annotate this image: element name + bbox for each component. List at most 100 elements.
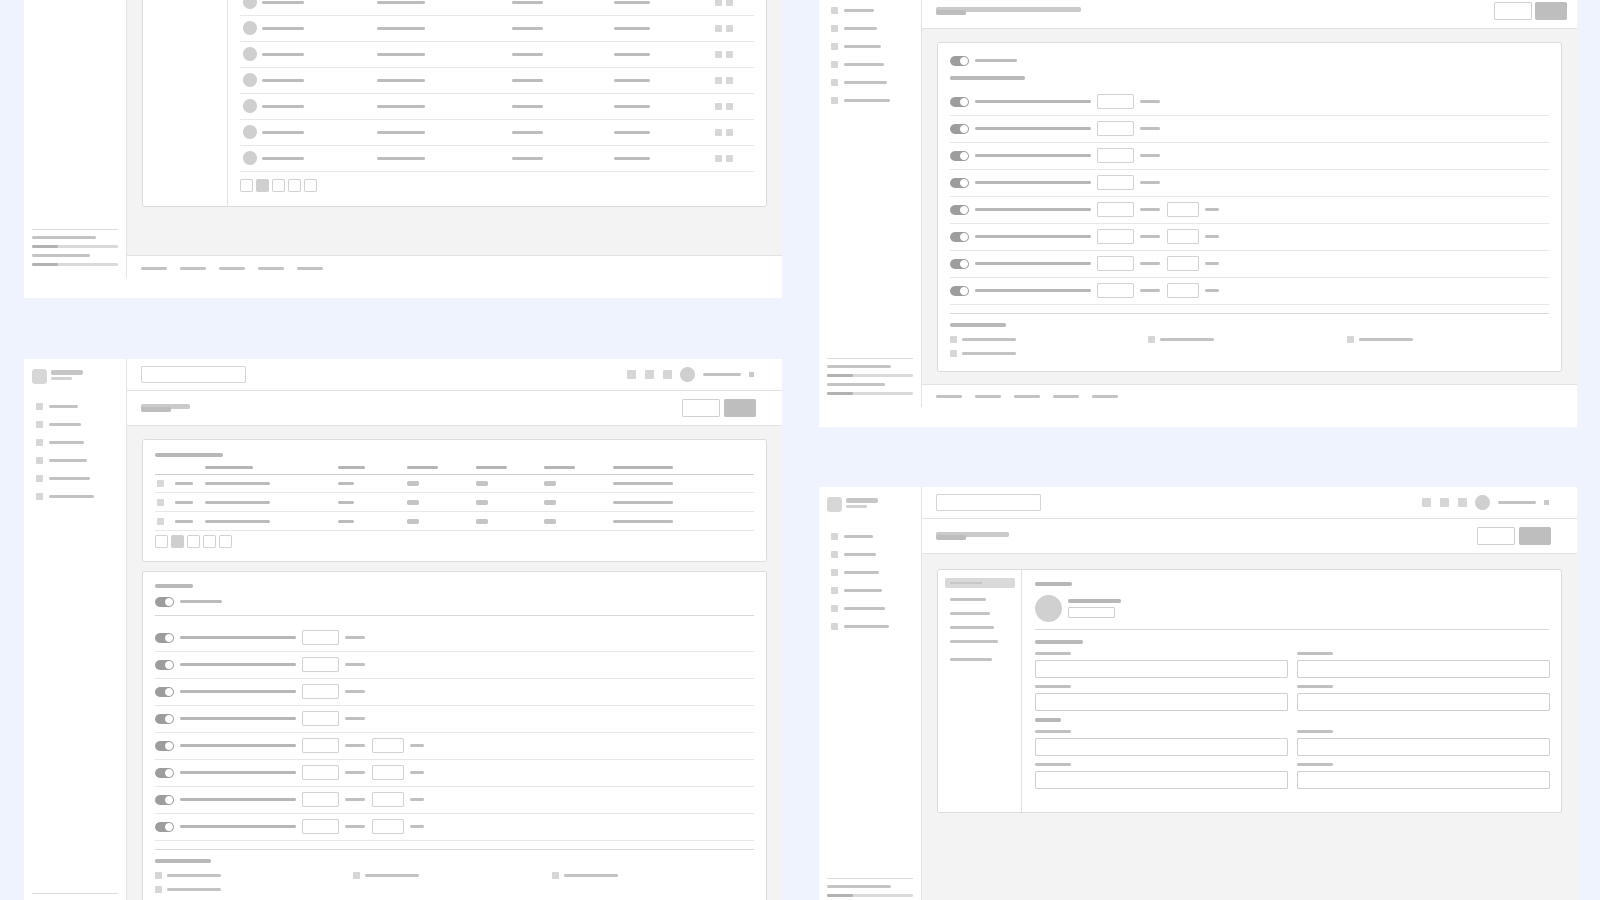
table-row[interactable] [155,494,754,512]
edit-icon[interactable] [715,25,722,32]
page-button[interactable] [304,179,317,192]
edit-icon[interactable] [715,129,722,136]
edit-icon[interactable] [715,77,722,84]
secondary-button[interactable] [1477,527,1515,545]
setting-row[interactable] [155,760,754,787]
user-avatar-icon[interactable] [1035,595,1062,622]
page-button-active[interactable] [171,535,184,548]
toggle-switch-icon[interactable] [155,795,174,805]
checkbox-icon[interactable] [552,872,559,879]
user-avatar-icon[interactable] [680,367,695,382]
user-name[interactable] [1498,501,1536,504]
setting-input[interactable] [1097,148,1134,163]
checkbox-icon[interactable] [157,480,164,487]
setting-input[interactable] [302,819,339,834]
setting-input[interactable] [1097,283,1134,298]
edit-icon[interactable] [715,51,722,58]
setting-input[interactable] [1097,202,1134,217]
footer-link[interactable] [1092,395,1118,398]
checkbox-icon[interactable] [1347,336,1354,343]
toggle-switch-icon[interactable] [950,151,969,161]
setting-row[interactable] [950,278,1549,305]
delete-icon[interactable] [726,129,733,136]
text-field[interactable] [1297,738,1550,756]
user-avatar-icon[interactable] [1475,495,1490,510]
checkbox-icon[interactable] [157,499,164,506]
table-row[interactable] [155,475,754,493]
setting-input-secondary[interactable] [372,819,404,834]
grid-icon[interactable] [1458,498,1467,507]
table-row[interactable] [240,42,754,68]
delete-icon[interactable] [726,77,733,84]
footer-link[interactable] [975,395,1001,398]
toggle-switch-icon[interactable] [950,286,969,296]
checkbox-icon[interactable] [155,886,162,893]
toggle-switch-icon[interactable] [950,205,969,215]
edit-icon[interactable] [715,0,722,6]
page-button[interactable] [219,535,232,548]
table-row[interactable] [155,513,754,531]
toggle-switch-icon[interactable] [950,259,969,269]
setting-input-secondary[interactable] [372,738,404,753]
footer-link[interactable] [141,267,167,270]
text-field[interactable] [1297,693,1550,711]
setting-input[interactable] [302,711,339,726]
toggle-switch-icon[interactable] [950,124,969,134]
mail-icon[interactable] [1440,498,1449,507]
page-button[interactable] [272,179,285,192]
page-button[interactable] [155,535,168,548]
toggle-switch-icon[interactable] [155,660,174,670]
footer-link[interactable] [1014,395,1040,398]
setting-input-secondary[interactable] [1167,229,1199,244]
toggle-switch-icon[interactable] [155,768,174,778]
setting-row[interactable] [155,814,754,841]
edit-icon[interactable] [715,103,722,110]
edit-icon[interactable] [715,155,722,162]
text-field[interactable] [1035,771,1288,789]
setting-input[interactable] [302,657,339,672]
setting-input-secondary[interactable] [1167,283,1199,298]
page-button[interactable] [187,535,200,548]
text-field[interactable] [1035,660,1288,678]
toggle-switch-icon[interactable] [950,178,969,188]
grid-icon[interactable] [663,370,672,379]
secondary-button[interactable] [1494,2,1532,20]
setting-input[interactable] [1097,175,1134,190]
setting-input[interactable] [1097,229,1134,244]
setting-input[interactable] [1097,256,1134,271]
delete-icon[interactable] [726,155,733,162]
upload-photo-button[interactable] [1068,607,1115,618]
toggle-switch-icon[interactable] [950,97,969,107]
table-row[interactable] [240,94,754,120]
setting-row[interactable] [950,116,1549,143]
checkbox-icon[interactable] [155,872,162,879]
page-button[interactable] [288,179,301,192]
footer-link[interactable] [936,395,962,398]
setting-input[interactable] [302,792,339,807]
delete-icon[interactable] [726,103,733,110]
table-row[interactable] [240,146,754,172]
checkbox-icon[interactable] [353,872,360,879]
toggle-switch-icon[interactable] [155,597,174,607]
setting-input-secondary[interactable] [372,792,404,807]
text-field[interactable] [1035,738,1288,756]
search-input[interactable] [141,366,246,383]
setting-input-secondary[interactable] [372,765,404,780]
page-button[interactable] [203,535,216,548]
bell-icon[interactable] [627,370,636,379]
setting-row[interactable] [950,89,1549,116]
page-button[interactable] [240,179,253,192]
checkbox-icon[interactable] [950,336,957,343]
toggle-switch-icon[interactable] [950,232,969,242]
checkbox-icon[interactable] [950,350,957,357]
chevron-down-icon[interactable] [1544,500,1549,505]
mail-icon[interactable] [645,370,654,379]
toggle-switch-icon[interactable] [950,56,969,66]
setting-row[interactable] [155,733,754,760]
delete-icon[interactable] [726,51,733,58]
setting-row[interactable] [950,197,1549,224]
text-field[interactable] [1297,771,1550,789]
primary-button[interactable] [724,399,756,417]
delete-icon[interactable] [726,25,733,32]
footer-link[interactable] [1053,395,1079,398]
